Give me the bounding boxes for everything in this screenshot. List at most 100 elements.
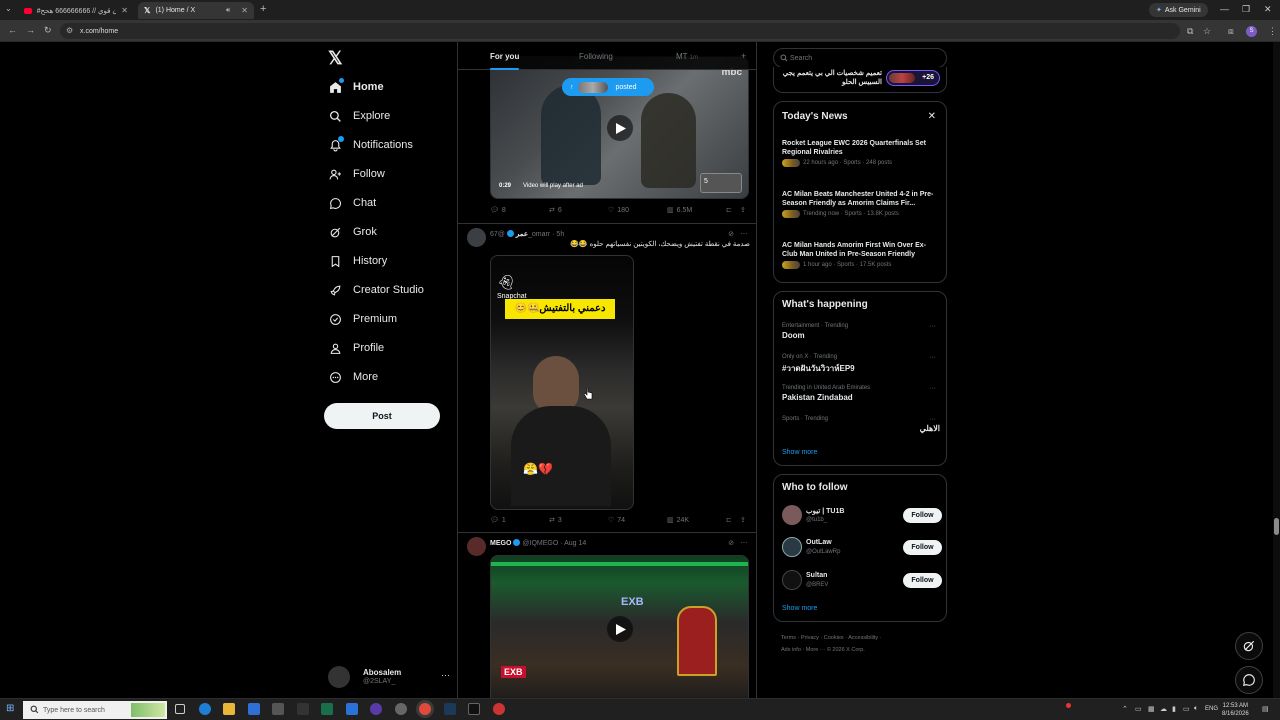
- tab-following[interactable]: Following: [579, 52, 613, 61]
- close-window-icon[interactable]: ✕: [1264, 4, 1272, 15]
- speaker-icon[interactable]: 🔊︎: [226, 7, 230, 15]
- action-center-icon[interactable]: ▤: [1262, 705, 1269, 713]
- video-player[interactable]: EXB EXB: [490, 555, 749, 698]
- task-view-icon[interactable]: [175, 704, 185, 714]
- follow-button[interactable]: Follow: [903, 573, 942, 588]
- like-button[interactable]: ♡ 180: [608, 206, 629, 215]
- nav-item-more[interactable]: More: [328, 366, 378, 388]
- footer-line[interactable]: Terms · Privacy · Cookies · Accessibilit…: [781, 632, 947, 644]
- follow-button[interactable]: Follow: [903, 540, 942, 555]
- tray-icon[interactable]: ▭: [1135, 705, 1142, 713]
- url-field[interactable]: ⚙︎ x.com/home: [60, 23, 1180, 39]
- store-icon[interactable]: [272, 703, 284, 715]
- play-icon[interactable]: [607, 616, 633, 642]
- share-icon[interactable]: ⇪: [740, 516, 746, 524]
- post-button[interactable]: Post: [324, 403, 440, 429]
- new-posts-pill[interactable]: ↑ posted: [562, 78, 654, 96]
- network-icon[interactable]: ▭: [1183, 705, 1190, 713]
- more-dots-icon[interactable]: ···: [929, 385, 936, 392]
- repost-button[interactable]: ⇄ 6: [549, 206, 562, 215]
- views-button[interactable]: ▥ 6.5M: [667, 206, 692, 215]
- follow-suggestion[interactable]: Sultan @BREV Follow: [782, 570, 942, 592]
- nav-item-profile[interactable]: Profile: [328, 337, 384, 359]
- more-dots-icon[interactable]: ···: [740, 538, 748, 547]
- scrollbar-thumb[interactable]: [1274, 518, 1279, 535]
- app-icon[interactable]: [321, 703, 333, 715]
- nav-item-home[interactable]: Home: [328, 76, 384, 98]
- chrome-icon[interactable]: [419, 703, 431, 715]
- video-player[interactable]: 👻︎ Snapchat دعمني بالتفتيش🤐😊 😤💔: [490, 255, 634, 510]
- nav-item-explore[interactable]: Explore: [328, 105, 390, 127]
- settings-icon[interactable]: [395, 703, 407, 715]
- volume-icon[interactable]: 🔈︎: [1194, 705, 1198, 713]
- more-dots-icon[interactable]: ···: [929, 323, 936, 330]
- mail-icon[interactable]: [248, 703, 260, 715]
- edge-icon[interactable]: [199, 703, 211, 715]
- tray-icon[interactable]: ▦: [1148, 705, 1155, 713]
- news-item[interactable]: Rocket League EWC 2026 Quarterfinals Set…: [782, 139, 940, 167]
- tweet-author[interactable]: MEGO: [490, 540, 511, 547]
- language-indicator[interactable]: ENG: [1205, 706, 1218, 712]
- app-icon[interactable]: [493, 703, 505, 715]
- show-more-link[interactable]: Show more: [782, 605, 817, 612]
- close-icon[interactable]: ✕: [928, 111, 936, 122]
- tweet-time[interactable]: Aug 14: [564, 540, 586, 547]
- tweet-time[interactable]: 5h: [556, 231, 564, 238]
- nav-item-follow[interactable]: Follow: [328, 163, 385, 185]
- more-dots-icon[interactable]: ···: [740, 229, 748, 238]
- tab-mt[interactable]: MT 1m: [676, 52, 698, 61]
- follow-suggestion[interactable]: تيوب | TU1B @tu1b_ Follow: [782, 505, 942, 527]
- page-scrollbar[interactable]: [1273, 42, 1280, 698]
- nav-item-premium[interactable]: Premium: [328, 308, 397, 330]
- ask-gemini-button[interactable]: ✦ Ask Gemini: [1149, 3, 1208, 17]
- tray-chevron-icon[interactable]: ⌃: [1122, 705, 1128, 713]
- app-icon[interactable]: [346, 703, 358, 715]
- views-button[interactable]: ▥ 24K: [667, 516, 689, 525]
- extensions-icon[interactable]: ⧈: [1228, 26, 1234, 37]
- grok-fab[interactable]: [1235, 632, 1263, 660]
- tab-for-you[interactable]: For you: [490, 52, 520, 70]
- trend-item[interactable]: Entertainment · Trending Doom ···: [782, 323, 940, 340]
- nav-item-creator-studio[interactable]: Creator Studio: [328, 279, 424, 301]
- grok-icon[interactable]: ⊘: [728, 539, 734, 547]
- grok-icon[interactable]: ⊘: [728, 230, 734, 238]
- profile-avatar[interactable]: S: [1246, 26, 1257, 37]
- app-icon[interactable]: [297, 703, 309, 715]
- follow-suggestion[interactable]: OutLaw @OutLawRp Follow: [782, 537, 942, 559]
- windows-start-icon[interactable]: ⊞: [6, 703, 14, 714]
- news-item[interactable]: AC Milan Beats Manchester United 4-2 in …: [782, 190, 940, 218]
- nav-item-notifications[interactable]: Notifications: [328, 134, 413, 156]
- site-info-icon[interactable]: ⚙︎: [66, 26, 73, 35]
- steam-icon[interactable]: [444, 703, 456, 715]
- close-tab-icon[interactable]: ✕: [241, 6, 248, 15]
- nav-item-history[interactable]: History: [328, 250, 387, 272]
- tab-search-icon[interactable]: ⌄: [5, 4, 12, 13]
- bookmark-icon[interactable]: ⊏: [726, 206, 732, 214]
- bookmark-icon[interactable]: ⊏: [726, 516, 732, 524]
- more-dots-icon[interactable]: ···: [929, 416, 936, 423]
- x-app-icon[interactable]: [468, 703, 480, 715]
- nav-item-chat[interactable]: Chat: [328, 192, 376, 214]
- trend-item[interactable]: Sports · Trending الاهلي ···: [782, 416, 940, 433]
- tweet-author[interactable]: عمر: [516, 231, 528, 238]
- more-dots-icon[interactable]: ···: [929, 354, 936, 361]
- account-switcher[interactable]: Abosalem @2SLAY_ ···: [328, 664, 456, 690]
- messages-fab[interactable]: [1235, 666, 1263, 694]
- taskbar-search[interactable]: Type here to search: [23, 701, 167, 719]
- repost-button[interactable]: ⇄ 3: [549, 516, 562, 525]
- nav-item-grok[interactable]: Grok: [328, 221, 377, 243]
- back-icon[interactable]: ←: [8, 25, 17, 35]
- browser-tab[interactable]: #تيبون قوي // 666666666 هحح... ✕: [18, 2, 134, 19]
- avatar[interactable]: [467, 228, 486, 247]
- x-logo-icon[interactable]: 𝕏: [328, 48, 343, 69]
- add-tab-icon[interactable]: +: [741, 51, 746, 61]
- share-icon[interactable]: ⇪: [740, 206, 746, 214]
- app-icon[interactable]: [370, 703, 382, 715]
- ad-thumbnail[interactable]: 5: [700, 173, 742, 193]
- forward-icon[interactable]: →: [26, 25, 35, 35]
- new-tab-button[interactable]: +: [260, 3, 266, 15]
- trend-item[interactable]: Only on X · Trending #วาดฝันวันวิวาห์EP9…: [782, 354, 940, 375]
- search-input[interactable]: Search: [773, 48, 947, 68]
- minimize-icon[interactable]: —: [1220, 4, 1229, 14]
- play-icon[interactable]: [607, 115, 633, 141]
